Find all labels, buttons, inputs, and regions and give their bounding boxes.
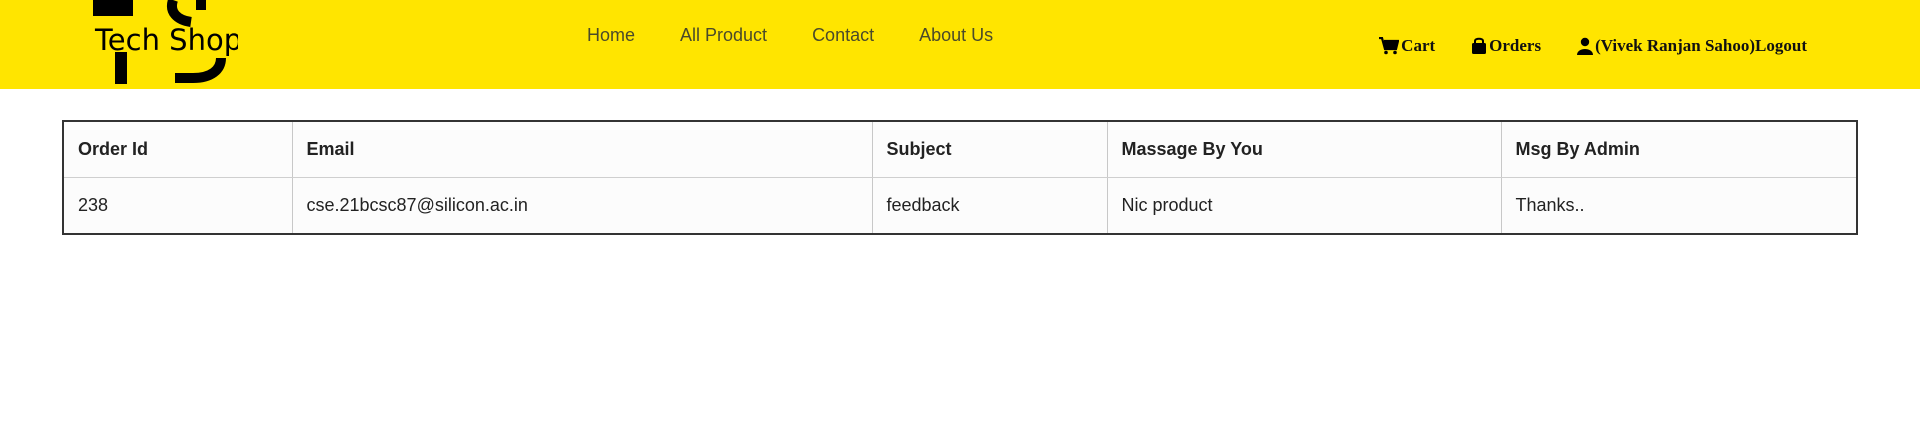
header-subject: Subject [871, 121, 1107, 178]
nav-link-home[interactable]: Home [587, 24, 635, 46]
nav-link-contact[interactable]: Contact [812, 24, 874, 46]
ts-monogram-icon: Tech Shop [93, 0, 238, 84]
cell-subject: feedback [871, 177, 1107, 234]
cell-order-id: 238 [78, 195, 109, 215]
navbar: Tech Shop Home All Product Contact About… [0, 0, 1920, 89]
header-order-id: Order Id [63, 121, 292, 178]
user-logout-label: (Vivek Ranjan Sahoo)Logout [1595, 36, 1807, 55]
table-row: 238 cse.21bcsc87@silicon.ac.in feedback … [63, 177, 1857, 234]
tech-shop-logo[interactable]: Tech Shop [93, 0, 238, 86]
orders-link[interactable]: Orders [1471, 36, 1541, 56]
orders-label: Orders [1489, 36, 1542, 55]
header-message-by-you: Massage By You [1106, 121, 1501, 178]
account-nav: Cart Orders (Vivek Ranjan Sahoo)Logout [1343, 36, 1807, 56]
user-icon [1577, 37, 1594, 55]
cell-message-by-you: Nic product [1106, 177, 1501, 234]
nav-link-all-product[interactable]: All Product [680, 24, 767, 46]
user-logout-link[interactable]: (Vivek Ranjan Sahoo)Logout [1577, 36, 1807, 56]
main-nav: Home All Product Contact About Us [587, 24, 1038, 46]
cart-link[interactable]: Cart [1379, 36, 1435, 56]
cart-icon [1379, 37, 1400, 55]
cell-msg-by-admin: Thanks.. [1500, 177, 1857, 234]
messages-table: Order Id Email Subject Massage By You Ms… [62, 120, 1858, 235]
logo-text: Tech Shop [94, 23, 238, 57]
header-msg-by-admin: Msg By Admin [1500, 121, 1857, 178]
cart-label: Cart [1401, 36, 1436, 55]
header-email: Email [291, 121, 872, 178]
nav-link-about-us[interactable]: About Us [919, 24, 993, 46]
shopping-bag-icon [1472, 37, 1487, 54]
cell-email: cse.21bcsc87@silicon.ac.in [291, 177, 872, 234]
messages-table-container: Order Id Email Subject Massage By You Ms… [62, 120, 1858, 235]
table-header-row: Order Id Email Subject Massage By You Ms… [63, 121, 1857, 178]
